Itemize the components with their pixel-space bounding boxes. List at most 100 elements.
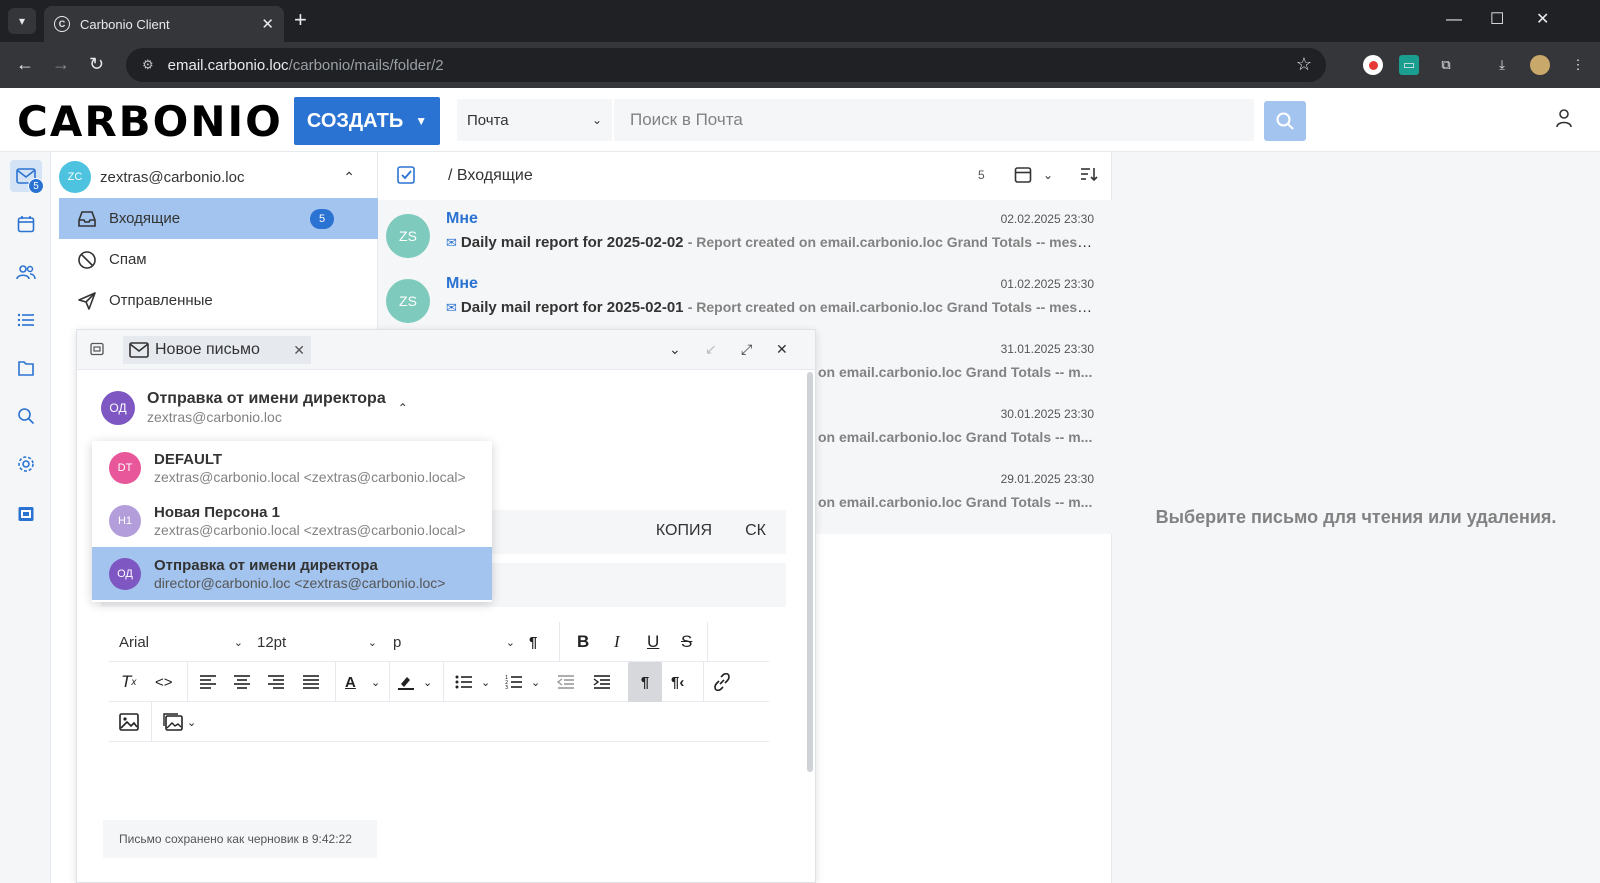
rail-mail[interactable]: 5 [10, 160, 44, 194]
address-bar[interactable]: ⚙ email.carbonio.loc/carbonio/mails/fold… [126, 48, 1326, 82]
folder-inbox[interactable]: Входящие 5 [59, 198, 378, 239]
rtl-direction-icon[interactable]: ¶‹ [671, 670, 684, 694]
cc-toggle[interactable]: КОПИЯ [656, 522, 712, 540]
rail-calendar[interactable] [10, 208, 42, 240]
reading-pane: Выберите письмо для чтения или удаления. [1112, 152, 1600, 883]
indent-icon[interactable] [593, 670, 611, 694]
search-button[interactable] [1264, 101, 1306, 141]
envelope-icon: ✉ [446, 235, 457, 250]
toolbar-row-1: Arial ⌄ 12pt ⌄ p ⌄ ¶ B I U S [109, 622, 769, 662]
account-row[interactable]: ZC zextras@carbonio.loc ⌃ [59, 160, 369, 194]
app-header: CARBONIO СОЗДАТЬ ▼ Почта ⌄ [0, 88, 1600, 152]
source-code-icon[interactable]: <> [155, 670, 173, 694]
chevron-down-icon[interactable]: ⌄ [481, 670, 490, 694]
bold-icon[interactable]: B [577, 630, 589, 654]
mail-date: 29.01.2025 23:30 [1000, 472, 1094, 486]
sender-avatar: ZS [386, 214, 430, 258]
chevron-down-icon[interactable]: ⌄ [423, 670, 432, 694]
italic-icon[interactable]: I [614, 630, 620, 654]
empty-reading-message: Выберите письмо для чтения или удаления. [1155, 507, 1557, 527]
extensions-puzzle-icon[interactable]: ⧉ [1436, 55, 1456, 75]
search-module-select[interactable]: Почта ⌄ [457, 99, 612, 141]
strikethrough-icon[interactable]: S [681, 630, 692, 654]
tab-search-button[interactable]: ▾ [8, 8, 36, 34]
chevron-down-icon[interactable]: ⌄ [1043, 168, 1053, 182]
rail-contacts[interactable] [10, 256, 42, 288]
close-icon[interactable]: ✕ [293, 342, 305, 359]
close-compose-button[interactable]: ✕ [776, 341, 788, 358]
reload-button[interactable]: ↻ [89, 53, 104, 75]
mail-unread-badge: 5 [28, 178, 44, 194]
rail-board[interactable] [10, 498, 42, 530]
align-right-icon[interactable] [267, 670, 285, 694]
rail-files[interactable] [10, 352, 42, 384]
clear-formatting-icon[interactable]: Tx [121, 670, 136, 694]
identity-option-default[interactable]: DT DEFAULT zextras@carbonio.local <zextr… [92, 441, 492, 494]
mail-item[interactable]: ZS Мне 01.02.2025 23:30 ✉ Daily mail repo… [378, 265, 1112, 330]
underline-icon[interactable]: U [647, 630, 659, 654]
new-tab-button[interactable]: + [294, 8, 307, 32]
align-center-icon[interactable] [233, 670, 251, 694]
mail-item[interactable]: ZS Мне 02.02.2025 23:30 ✉ Daily mail repo… [378, 200, 1112, 265]
back-button[interactable]: ← [16, 53, 34, 75]
downloads-icon[interactable]: ⤓ [1492, 55, 1512, 75]
tab-close-icon[interactable]: ✕ [261, 15, 274, 33]
link-icon[interactable] [713, 670, 731, 694]
rail-tasks[interactable] [10, 304, 42, 336]
minimize-button[interactable]: — [1446, 8, 1462, 32]
ltr-direction-icon[interactable]: ¶ [628, 662, 662, 702]
font-size-select[interactable]: 12pt ⌄ [257, 630, 377, 654]
close-window-button[interactable]: ✕ [1536, 8, 1549, 32]
folder-spam[interactable]: Спам [59, 239, 378, 280]
chevron-down-icon[interactable]: ⌄ [187, 710, 196, 734]
search-input[interactable] [614, 99, 1254, 141]
rail-settings[interactable] [10, 448, 42, 480]
compose-scrollbar[interactable] [807, 372, 813, 772]
highlight-color-icon[interactable] [397, 670, 415, 694]
select-mode-checkbox-icon[interactable] [396, 165, 416, 185]
module-rail: 5 [0, 152, 51, 883]
text-color-icon[interactable]: A [345, 670, 356, 694]
numbered-list-icon[interactable]: 123 [505, 670, 523, 694]
expand-icon[interactable]: ⤢ [741, 341, 752, 358]
bookmark-star-icon[interactable]: ☆ [1296, 54, 1312, 75]
gear-icon [18, 456, 34, 472]
rail-search[interactable] [10, 400, 42, 432]
identity-option-persona-1[interactable]: Н1 Новая Персона 1 zextras@carbonio.loca… [92, 494, 492, 547]
chevron-down-icon[interactable]: ⌄ [371, 670, 380, 694]
extension-icon[interactable]: ▭ [1399, 55, 1419, 75]
board-icon[interactable] [90, 342, 104, 356]
chevron-down-icon[interactable]: ⌄ [531, 670, 540, 694]
from-identity-selector[interactable]: ОД Отправка от имени директора zextras@c… [101, 390, 408, 425]
align-left-icon[interactable] [199, 670, 217, 694]
font-family-select[interactable]: Arial ⌄ [119, 630, 243, 654]
align-justify-icon[interactable] [302, 670, 320, 694]
browser-menu-icon[interactable]: ⋮ [1568, 55, 1588, 75]
chevron-up-icon[interactable]: ⌃ [343, 169, 355, 186]
bullet-list-icon[interactable] [455, 670, 473, 694]
collapse-icon[interactable]: ↙ [705, 341, 717, 358]
site-info-icon[interactable]: ⚙ [142, 57, 154, 73]
outdent-icon[interactable] [557, 670, 575, 694]
insert-image-icon[interactable] [119, 710, 139, 734]
maximize-button[interactable]: ☐ [1490, 8, 1504, 32]
compose-tab[interactable]: Новое письмо ✕ [123, 336, 311, 364]
profile-avatar[interactable] [1530, 55, 1550, 75]
folder-sent[interactable]: Отправленные [59, 280, 378, 321]
create-button[interactable]: СОЗДАТЬ ▼ [294, 97, 440, 145]
block-format-select[interactable]: p ⌄ [393, 630, 515, 654]
minimize-compose-button[interactable]: ⌄ [669, 341, 681, 358]
bcc-toggle[interactable]: СК [745, 522, 766, 540]
identity-option-director[interactable]: ОД Отправка от имени директора director@… [92, 547, 492, 600]
image-gallery-icon[interactable] [163, 710, 183, 734]
view-layout-icon[interactable] [1014, 166, 1032, 184]
sort-icon[interactable] [1080, 166, 1098, 182]
unread-count-badge: 5 [310, 208, 334, 229]
record-extension-icon[interactable] [1363, 55, 1383, 75]
chevron-up-icon[interactable]: ⌃ [398, 401, 408, 415]
browser-tab[interactable]: C Carbonio Client ✕ [44, 6, 284, 42]
account-email: zextras@carbonio.loc [100, 168, 245, 186]
forward-button[interactable]: → [52, 53, 70, 75]
user-account-icon[interactable] [1555, 108, 1573, 128]
show-blocks-icon[interactable]: ¶ [529, 630, 537, 654]
